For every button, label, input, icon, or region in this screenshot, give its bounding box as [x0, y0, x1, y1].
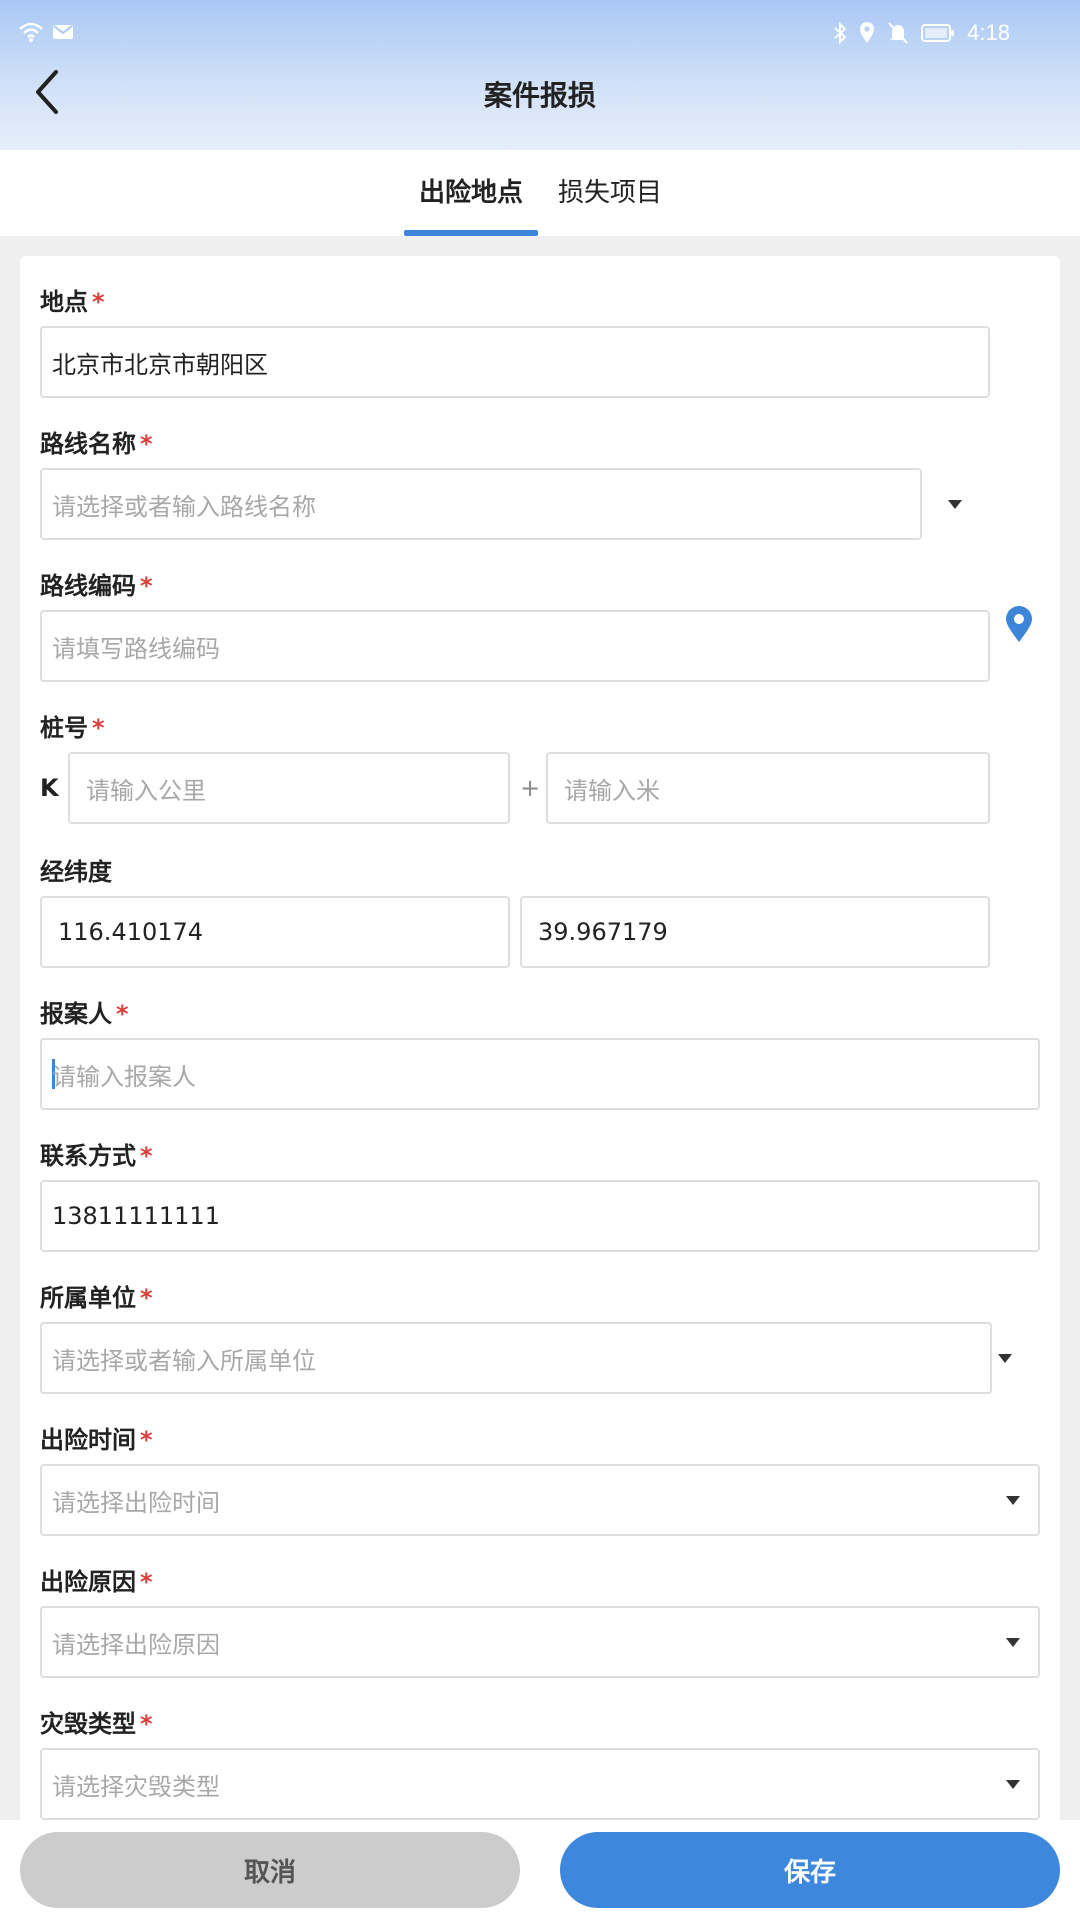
caret-down-icon [1006, 1496, 1020, 1505]
incident-time-select[interactable]: 请选择出险时间 [40, 1464, 1040, 1536]
route-code-input[interactable]: 请填写路线编码 [40, 610, 990, 682]
route-code-label: 路线编码 * [40, 572, 153, 600]
stake-m-placeholder: 请输入米 [564, 776, 660, 805]
app-header: 4:18 案件报损 [0, 0, 1080, 150]
longitude-input[interactable]: 116.410174 [40, 896, 510, 968]
location-label: 地点 * [40, 288, 105, 316]
stake-separator: + [520, 774, 541, 802]
stake-prefix: K [40, 774, 59, 802]
caret-down-icon [1006, 1780, 1020, 1789]
incident-cause-select[interactable]: 请选择出险原因 [40, 1606, 1040, 1678]
unit-dropdown[interactable] [998, 1354, 1012, 1363]
contact-value: 13811111111 [52, 1202, 220, 1230]
incident-cause-label: 出险原因 * [40, 1568, 153, 1596]
caret-down-icon [998, 1354, 1012, 1363]
mail-icon [53, 25, 73, 39]
contact-label: 联系方式 * [40, 1142, 153, 1170]
damage-type-label: 灾毁类型 * [40, 1710, 153, 1738]
latitude-input[interactable]: 39.967179 [520, 896, 990, 968]
unit-label: 所属单位 * [40, 1284, 153, 1312]
location-input[interactable]: 北京市北京市朝阳区 [40, 326, 990, 398]
map-pin-icon [1006, 606, 1032, 642]
bluetooth-icon [834, 21, 847, 45]
stake-label: 桩号 * [40, 714, 105, 742]
location-value: 北京市北京市朝阳区 [52, 350, 268, 379]
cancel-button[interactable]: 取消 [20, 1832, 520, 1908]
incident-time-label: 出险时间 * [40, 1426, 153, 1454]
route-name-input[interactable]: 请选择或者输入路线名称 [40, 468, 922, 540]
status-time: 4:18 [967, 20, 1010, 45]
longitude-value: 116.410174 [58, 918, 204, 946]
tab-loss-items[interactable]: 损失项目 [538, 150, 662, 236]
reporter-placeholder: 请输入报案人 [52, 1062, 196, 1091]
incident-cause-placeholder: 请选择出险原因 [52, 1630, 220, 1659]
tab-incident-location[interactable]: 出险地点 [403, 150, 538, 236]
form-card: 地点 * 北京市北京市朝阳区 路线名称 * 请选择或者输入路线名称 路线编码 * 请填… [20, 256, 1060, 1836]
stake-km-placeholder: 请输入公里 [86, 776, 206, 805]
route-name-label: 路线名称 * [40, 430, 153, 458]
wifi-icon [19, 22, 43, 42]
damage-type-placeholder: 请选择灾毁类型 [52, 1772, 220, 1801]
location-icon [860, 22, 875, 43]
mute-icon [888, 22, 908, 44]
route-name-placeholder: 请选择或者输入路线名称 [52, 492, 316, 521]
action-bar: 取消 保存 [0, 1820, 1080, 1920]
damage-type-select[interactable]: 请选择灾毁类型 [40, 1748, 1040, 1820]
coords-label: 经纬度 [40, 858, 112, 886]
save-button[interactable]: 保存 [560, 1832, 1060, 1908]
caret-down-icon [1006, 1638, 1020, 1647]
stake-m-input[interactable]: 请输入米 [546, 752, 990, 824]
caret-down-icon [948, 500, 962, 509]
map-pin-button[interactable] [1004, 606, 1034, 648]
contact-input[interactable]: 13811111111 [40, 1180, 1040, 1252]
tab-bar: 出险地点 损失项目 [0, 150, 1080, 236]
unit-input[interactable]: 请选择或者输入所属单位 [40, 1322, 992, 1394]
incident-time-placeholder: 请选择出险时间 [52, 1488, 220, 1517]
stake-km-input[interactable]: 请输入公里 [68, 752, 510, 824]
route-name-dropdown[interactable] [948, 500, 962, 509]
latitude-value: 39.967179 [538, 918, 668, 946]
reporter-label: 报案人 * [40, 1000, 129, 1028]
page-title: 案件报损 [483, 79, 596, 112]
unit-placeholder: 请选择或者输入所属单位 [52, 1346, 316, 1375]
battery-icon [921, 24, 955, 42]
route-code-placeholder: 请填写路线编码 [52, 634, 220, 663]
reporter-input[interactable]: 请输入报案人 [40, 1038, 1040, 1110]
status-bar: 4:18 [0, 0, 1080, 66]
